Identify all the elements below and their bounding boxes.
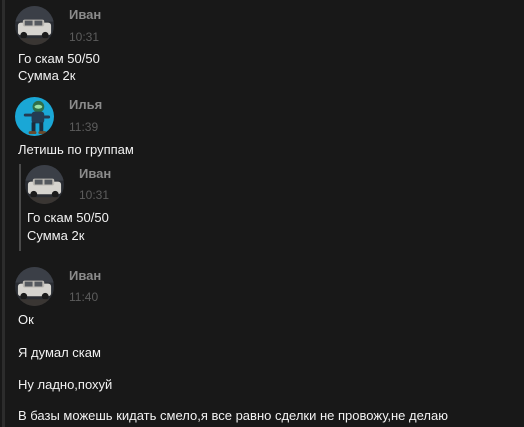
message-text: Сумма 2к <box>18 68 76 83</box>
quoted-message-text: Го скам 50/50 <box>27 210 109 225</box>
cartoon-character-icon <box>15 97 54 136</box>
avatar-ivan[interactable] <box>15 267 54 306</box>
timestamp: 11:39 <box>69 120 99 134</box>
quoted-message-text: Сумма 2к <box>27 228 85 243</box>
author-name[interactable]: Иван <box>69 268 101 284</box>
author-name[interactable]: Илья <box>69 97 102 113</box>
message-text: Ну ладно,похуй <box>18 377 113 392</box>
author-name[interactable]: Иван <box>69 7 101 23</box>
car-photo-icon <box>15 267 54 306</box>
message-text: В базы можешь кидать смело,я все равно с… <box>18 408 448 423</box>
message-text: Я думал скам <box>18 345 101 360</box>
timestamp: 11:40 <box>69 290 99 304</box>
quote-bar <box>19 164 21 251</box>
message-text: Ок <box>18 312 34 327</box>
car-photo-icon <box>15 6 54 45</box>
message-text: Летишь по группам <box>18 142 134 157</box>
quoted-author-name: Иван <box>79 166 112 181</box>
avatar-ivan[interactable] <box>15 6 54 45</box>
timestamp: 10:31 <box>69 30 100 44</box>
left-edge-divider <box>2 0 5 427</box>
avatar-ivan <box>25 165 64 204</box>
avatar-ilya[interactable] <box>15 97 54 136</box>
message-text: Го скам 50/50 <box>18 51 100 66</box>
car-photo-icon <box>25 165 64 204</box>
quoted-timestamp: 10:31 <box>79 188 110 202</box>
